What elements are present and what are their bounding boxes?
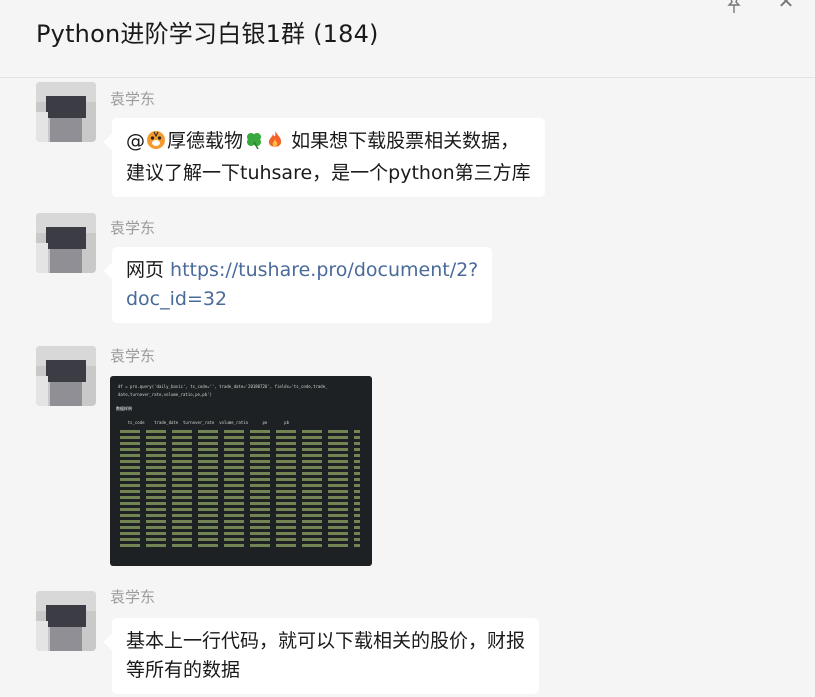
avatar[interactable] (36, 213, 96, 273)
sender-name: 袁学东 (110, 347, 156, 365)
clover-icon (243, 130, 265, 159)
message-text: 网页 (126, 259, 171, 281)
mention-name[interactable]: 厚德载物 (167, 130, 243, 152)
avatar[interactable] (36, 591, 96, 651)
message-text: 等所有的数据 (126, 659, 241, 681)
code-line: df = pro.query('daily_basic', ts_code=''… (118, 384, 328, 389)
chat-header: Python进阶学习白银1群 (184) ✕ (0, 0, 815, 78)
chat-title: Python进阶学习白银1群 (184) (36, 20, 379, 48)
tushare-link-cont[interactable]: doc_id=32 (126, 288, 227, 310)
tiger-icon (145, 130, 167, 159)
section-label: 数据样例 (116, 406, 132, 411)
sender-name: 袁学东 (110, 90, 156, 108)
message-bubble: @ 厚德载物 如果想下载股票相关数据， 建议了解一下tuhsare，是一个pyth… (112, 118, 545, 197)
sender-name: 袁学东 (110, 588, 156, 606)
fire-icon (265, 130, 285, 159)
sender-name: 袁学东 (110, 219, 156, 237)
message-bubble: 基本上一行代码，就可以下载相关的股价，财报 等所有的数据 (112, 618, 540, 694)
pin-icon[interactable] (724, 0, 744, 14)
code-line: date,turnover_rate,volume_ratio,pe,pb') (118, 392, 212, 397)
message-text: 建议了解一下tuhsare，是一个python第三方库 (126, 162, 531, 184)
mention-at: @ (126, 130, 145, 152)
image-attachment[interactable]: df = pro.query('daily_basic', ts_code=''… (110, 376, 372, 566)
message-text: 基本上一行代码，就可以下载相关的股价，财报 (126, 630, 526, 652)
avatar[interactable] (36, 346, 96, 406)
avatar[interactable] (36, 82, 96, 142)
message-bubble: 网页 https://tushare.pro/document/2? doc_i… (112, 247, 493, 323)
close-icon[interactable]: ✕ (775, 0, 797, 12)
message-text: 如果想下载股票相关数据， (291, 130, 520, 152)
table-header: ts_code trade_date turnover_rate volume_… (118, 420, 289, 425)
tushare-link[interactable]: https://tushare.pro/document/2? (170, 259, 478, 281)
